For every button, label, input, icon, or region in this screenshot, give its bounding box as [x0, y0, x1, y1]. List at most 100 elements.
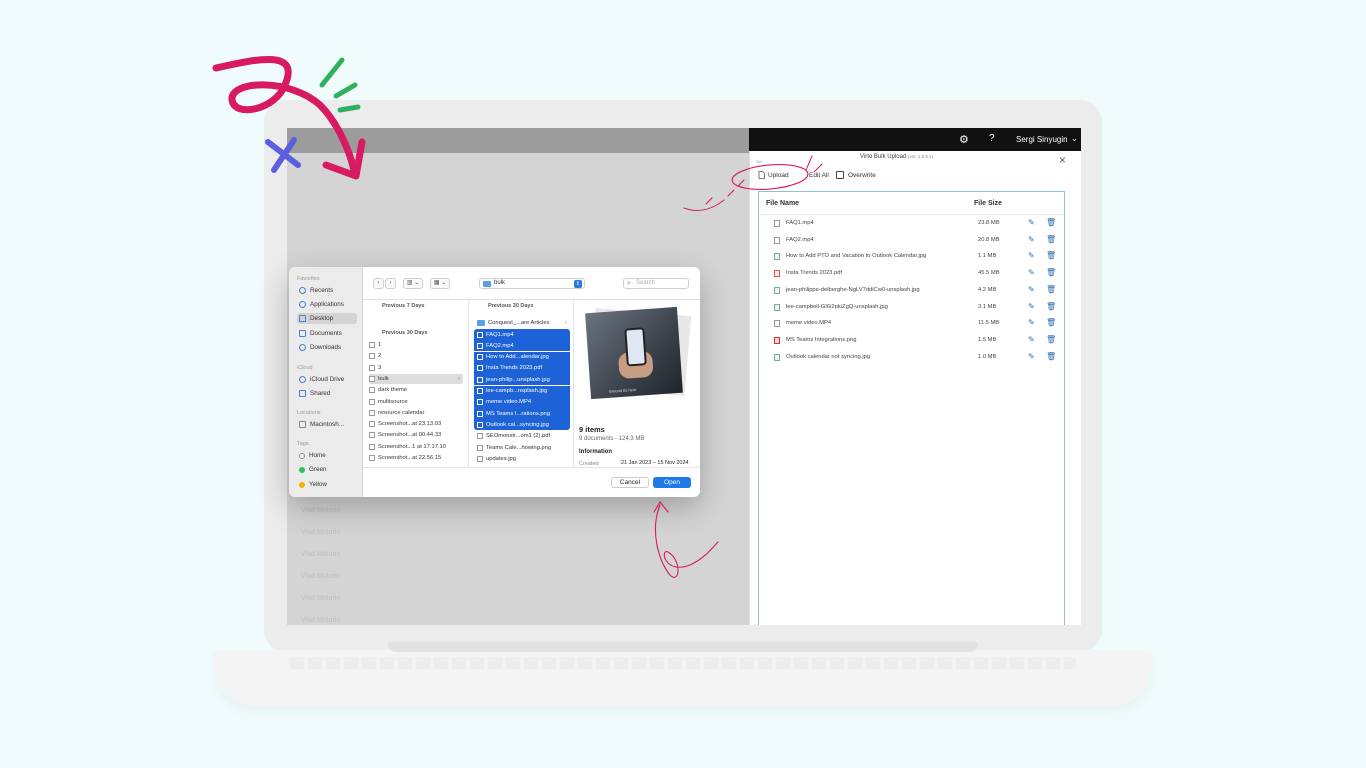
trash-icon[interactable]: 🗑: [1046, 235, 1056, 244]
list-item[interactable]: Teams Cale...howing.png: [474, 442, 570, 453]
list-item[interactable]: Outlook cal...syncing.jpg: [474, 419, 570, 431]
list-item[interactable]: Insta Trends 2023.pdf: [474, 362, 570, 374]
preview-caption: Ground Its here: [608, 386, 637, 394]
grid-view-button[interactable]: ▦ ⌄: [430, 278, 450, 289]
gear-icon[interactable]: ⚙: [959, 133, 969, 146]
list-item-label: jean-philip...unsplash.jpg: [486, 376, 550, 383]
table-row[interactable]: Insta Trends 2023.pdf 45.5 MB ✎ 🗑: [759, 266, 1064, 282]
tag-home[interactable]: Home: [297, 450, 357, 461]
search-placeholder: Search: [636, 280, 656, 286]
applications-icon: [299, 301, 306, 308]
chevron-right-icon: ›: [458, 375, 460, 382]
close-icon[interactable]: ×: [1059, 154, 1066, 166]
list-item[interactable]: 2: [369, 351, 463, 361]
list-item[interactable]: Screenshot...at 22.56.15: [369, 453, 463, 463]
tag-green[interactable]: Green: [297, 464, 357, 475]
trash-icon[interactable]: 🗑: [1046, 318, 1056, 327]
pencil-icon[interactable]: ✎: [1028, 285, 1035, 294]
bulk-upload-panel: Ref Virto Bulk Upload (ver. 1.0.8.1) × U…: [749, 151, 1081, 625]
list-item[interactable]: FAQ1.mp4: [474, 329, 570, 340]
chevron-down-icon[interactable]: ⌄: [1071, 134, 1078, 143]
table-row[interactable]: Outlook calendar not syncing.jpg 1.0 MB ✎ 🗑: [759, 350, 1064, 366]
sidebar-item-documents[interactable]: Documents: [297, 328, 357, 339]
list-item-label: multisource: [378, 398, 408, 405]
list-item[interactable]: 1: [369, 340, 463, 350]
sidebar-item-icloud-drive[interactable]: iCloud Drive: [297, 374, 357, 385]
table-row[interactable]: How to Add PTO and Vacation to Outlook C…: [759, 249, 1064, 265]
list-item[interactable]: resource calendar: [369, 408, 463, 418]
pencil-icon[interactable]: ✎: [1028, 235, 1035, 244]
list-item[interactable]: 3: [369, 363, 463, 373]
list-item[interactable]: Screenshot...1 at 17.17.10: [369, 442, 463, 452]
table-row[interactable]: lee-campbell-GI6i2pkiZgQ-unsplash.jpg 3.1…: [759, 300, 1064, 316]
list-item[interactable]: updates.jpg: [474, 453, 570, 464]
list-item[interactable]: lee-campb...nsplash.jpg: [474, 385, 570, 397]
list-item[interactable]: jean-philip...unsplash.jpg: [474, 374, 570, 386]
file-icon: [369, 421, 375, 428]
list-item-label: SEOmonstr...om1 (2).pdf: [486, 433, 551, 440]
list-item[interactable]: Screenshot...at 00.44.33: [369, 430, 463, 440]
list-item[interactable]: FAQ2.mp4: [474, 340, 570, 352]
pencil-icon[interactable]: ✎: [1028, 352, 1035, 361]
list-item[interactable]: MS Teams I...rations.png: [474, 408, 570, 420]
list-item-label: 2: [378, 353, 382, 360]
trash-icon[interactable]: 🗑: [1046, 335, 1056, 344]
search-input[interactable]: ⌕ Search: [623, 278, 689, 289]
disk-icon: [299, 421, 306, 428]
pencil-icon[interactable]: ✎: [1028, 335, 1035, 344]
pencil-icon[interactable]: ✎: [1028, 251, 1035, 260]
sidebar-item-macintosh[interactable]: Macintosh...: [297, 419, 357, 430]
file-size: 45.5 MB: [978, 270, 1000, 277]
table-row[interactable]: MS Teams Integrations.png 1.5 MB ✎ 🗑: [759, 333, 1064, 349]
help-icon[interactable]: ?: [989, 133, 995, 144]
pencil-icon[interactable]: ✎: [1028, 318, 1035, 327]
trash-icon[interactable]: 🗑: [1046, 218, 1056, 227]
sidebar-item-shared[interactable]: Shared: [297, 388, 357, 399]
upload-button[interactable]: Upload: [758, 171, 789, 179]
trash-icon[interactable]: 🗑: [1046, 302, 1056, 311]
list-item[interactable]: multisource: [369, 397, 463, 407]
cancel-button[interactable]: Cancel: [611, 477, 649, 488]
table-row[interactable]: FAQ1.mp4 23.8 MB ✎ 🗑: [759, 216, 1064, 232]
pencil-icon[interactable]: ✎: [1028, 302, 1035, 311]
back-button[interactable]: ‹: [373, 278, 384, 289]
table-row[interactable]: meme video.MP4 11.5 MB ✎ 🗑: [759, 316, 1064, 332]
trash-icon[interactable]: 🗑: [1046, 352, 1056, 361]
file-name: lee-campbell-GI6i2pkiZgQ-unsplash.jpg: [786, 303, 888, 310]
sidebar-item-label: iCloud Drive: [310, 376, 345, 383]
pencil-icon[interactable]: ✎: [1028, 268, 1035, 277]
ghost-row: Vlad Motorin: [301, 551, 341, 558]
list-item[interactable]: SEOmonstr...om1 (2).pdf: [474, 431, 570, 442]
list-item-label: meme video.MP4: [486, 399, 532, 406]
trash-icon[interactable]: 🗑: [1046, 285, 1056, 294]
sidebar-item-recents[interactable]: Recents: [297, 285, 357, 296]
updown-icon: ⇕: [574, 280, 582, 288]
list-item[interactable]: Screenshot...at 23.13.03: [369, 419, 463, 429]
list-item-label: Teams Cale...howing.png: [486, 444, 552, 451]
list-item[interactable]: How to Add...alendar.jpg: [474, 351, 570, 363]
list-item[interactable]: dark theme: [369, 385, 463, 395]
trash-icon[interactable]: 🗑: [1046, 268, 1056, 277]
overwrite-checkbox[interactable]: Overwrite: [836, 171, 876, 179]
tag-yellow[interactable]: Yellow: [297, 479, 357, 490]
list-item[interactable]: bulk ›: [369, 373, 463, 384]
table-row[interactable]: jean-philippe-delberghe-NgLV7ddiCw0-unsp…: [759, 283, 1064, 299]
folder-item[interactable]: Conquest_...are Articles ›: [474, 317, 570, 328]
file-name: Outlook calendar not syncing.jpg: [786, 353, 871, 360]
sidebar-item-applications[interactable]: Applications: [297, 299, 357, 310]
list-item[interactable]: meme video.MP4: [474, 396, 570, 408]
folder-selector[interactable]: bulk ⇕: [479, 278, 585, 289]
column-view-button[interactable]: ▥ ⌄: [403, 278, 423, 289]
open-button[interactable]: Open: [653, 477, 691, 488]
sidebar-item-downloads[interactable]: Downloads: [297, 342, 357, 353]
sidebar-item-label: Macintosh...: [310, 421, 344, 428]
trash-icon[interactable]: 🗑: [1046, 251, 1056, 260]
sidebar-item-desktop[interactable]: Desktop: [297, 313, 357, 324]
list-item-label: MS Teams I...rations.png: [486, 410, 551, 417]
forward-button[interactable]: ›: [385, 278, 396, 289]
table-row[interactable]: FAQ2.mp4 20.8 MB ✎ 🗑: [759, 233, 1064, 249]
pencil-icon[interactable]: ✎: [1028, 218, 1035, 227]
user-name[interactable]: Sergi Sinyugin: [1016, 135, 1068, 144]
edit-all-button[interactable]: Edit All: [809, 172, 829, 179]
file-size: 1.5 MB: [978, 336, 997, 343]
